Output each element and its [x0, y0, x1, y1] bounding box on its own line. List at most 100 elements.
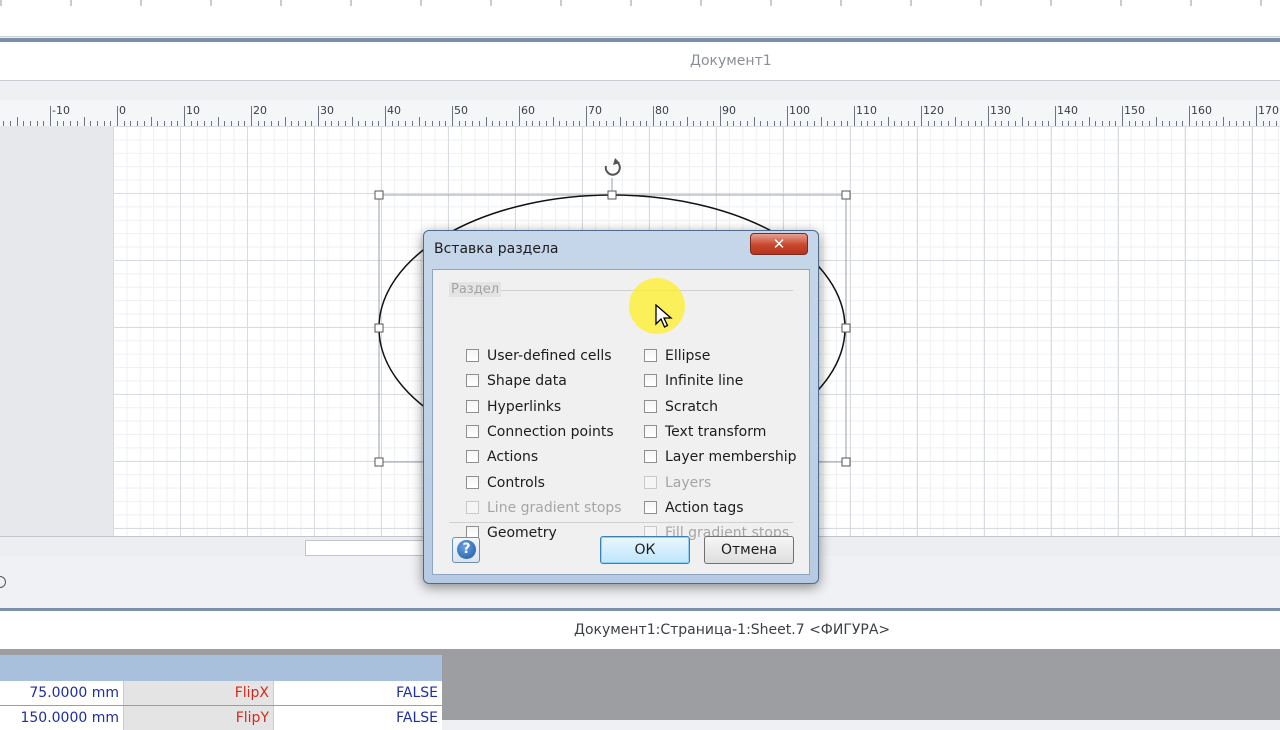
ok-button[interactable]: ОК [600, 536, 690, 564]
top-toolbar-strip [0, 0, 1280, 37]
ruler-label: 120 [923, 104, 944, 117]
ruler-label: 160 [1191, 104, 1212, 117]
ruler-tick [921, 106, 922, 126]
ruler-label: 70 [588, 104, 602, 117]
table-row[interactable]: 75.0000 mm FlipX FALSE [0, 681, 442, 705]
checkbox-box[interactable] [644, 374, 657, 387]
ruler-tick [1155, 117, 1157, 126]
shapesheet-title-bar: Документ1:Страница-1:Sheet.7 <ФИГУРА> [0, 611, 1280, 650]
ruler-tick [50, 106, 51, 126]
ruler-label: 130 [990, 104, 1011, 117]
ruler-label: 90 [722, 104, 736, 117]
document-title-bar: Документ1 [0, 42, 1280, 81]
ruler-tick [251, 106, 252, 126]
shapesheet-result[interactable]: FALSE [274, 681, 442, 705]
ruler-tick [619, 117, 621, 126]
close-button[interactable]: ✕ [750, 233, 808, 255]
ruler-tick [653, 106, 654, 126]
checkbox-label: Layers [665, 475, 712, 491]
checkbox-box[interactable] [644, 501, 657, 514]
checkbox-box[interactable] [644, 349, 657, 362]
button-divider [449, 522, 793, 523]
ruler-label: 10 [186, 104, 200, 117]
ruler-tick [586, 106, 587, 126]
checkbox-box[interactable] [644, 450, 657, 463]
checkbox-box[interactable] [466, 349, 479, 362]
ruler-tick [854, 106, 855, 126]
ruler-tick [184, 106, 185, 126]
ruler-tick [1055, 106, 1056, 126]
shapesheet-result[interactable]: FALSE [274, 706, 442, 730]
ruler-label: 150 [1124, 104, 1145, 117]
checkbox-box[interactable] [466, 374, 479, 387]
dialog-title: Вставка раздела [434, 241, 559, 257]
checkbox-label: Connection points [487, 424, 614, 440]
ruler-tick [552, 117, 554, 126]
ruler-tick [385, 106, 386, 126]
ruler-tick [217, 117, 219, 126]
ruler-tick [519, 106, 520, 126]
ruler-tick [83, 117, 85, 126]
ruler-tick [318, 106, 319, 126]
checkbox-label: Geometry [487, 525, 557, 541]
ruler-label: 40 [387, 104, 401, 117]
ruler-tick [1256, 106, 1257, 126]
ruler-tick [1122, 106, 1123, 126]
checkbox-label: Action tags [665, 500, 744, 516]
insert-section-dialog: Вставка раздела ✕ Раздел User-defined ce… [423, 230, 819, 584]
ruler-tick [686, 117, 688, 126]
ruler-label: -10 [52, 104, 70, 117]
checkbox-box[interactable] [466, 450, 479, 463]
shapesheet-title: Документ1:Страница-1:Sheet.7 <ФИГУРА> [574, 622, 891, 638]
dialog-body: Раздел User-defined cells Shape data Hyp… [432, 269, 810, 575]
checkbox-box[interactable] [466, 425, 479, 438]
shapesheet-cell-name: FlipY [124, 706, 274, 730]
checkbox-box[interactable] [466, 476, 479, 489]
checkbox-box[interactable] [466, 400, 479, 413]
ruler-tick [1021, 117, 1023, 126]
horizontal-ruler[interactable]: -10 0 10 20 30 40 50 60 70 80 90 100 110 120 130 140 150… [0, 100, 1280, 127]
mouse-pointer-icon [655, 304, 673, 328]
help-button[interactable]: ? [452, 537, 480, 563]
ruler-label: 100 [789, 104, 810, 117]
table-row[interactable]: 150.0000 mm FlipY FALSE [0, 706, 442, 730]
ruler-tick [16, 117, 18, 126]
ruler-label: 20 [253, 104, 267, 117]
checkbox-box [644, 476, 657, 489]
ruler-tick [988, 106, 989, 126]
shapesheet-section-header[interactable] [0, 655, 442, 682]
ruler-tick [150, 117, 152, 126]
toolbar-remnant [0, 0, 1280, 6]
checkbox-label: Infinite line [665, 373, 744, 389]
checkbox-box[interactable] [644, 425, 657, 438]
checkbox-box [466, 501, 479, 514]
shapesheet-cell-name: FlipX [124, 681, 274, 705]
ruler-tick [452, 106, 453, 126]
checkbox-label: Actions [487, 449, 539, 465]
shapesheet-value[interactable]: 150.0000 mm [0, 706, 124, 730]
shapesheet-value[interactable]: 75.0000 mm [0, 681, 124, 705]
ruler-label: 50 [454, 104, 468, 117]
checkbox-box[interactable] [644, 400, 657, 413]
ruler-tick [887, 117, 889, 126]
checkbox-label: User-defined cells [487, 348, 612, 364]
checkbox-label: Line gradient stops [487, 500, 622, 516]
ruler-tick [351, 117, 353, 126]
checkbox-label: Hyperlinks [487, 399, 562, 415]
ruler-tick [820, 117, 822, 126]
checkbox-label: Scratch [665, 399, 718, 415]
ruler-label: 110 [856, 104, 877, 117]
ruler-label: 140 [1057, 104, 1078, 117]
checkbox-label: Controls [487, 475, 545, 491]
add-page-icon[interactable] [0, 576, 6, 588]
checkbox-label: Ellipse [665, 348, 711, 364]
ruler-label: 30 [320, 104, 334, 117]
document-title: Документ1 [690, 53, 772, 69]
ruler-tick [753, 117, 755, 126]
cancel-button[interactable]: Отмена [704, 536, 794, 564]
ruler-label: 0 [119, 104, 126, 117]
ruler-tick [117, 106, 118, 126]
left-margin-pane [0, 126, 114, 536]
ruler-tick [1222, 117, 1224, 126]
ruler-tick [787, 106, 788, 126]
